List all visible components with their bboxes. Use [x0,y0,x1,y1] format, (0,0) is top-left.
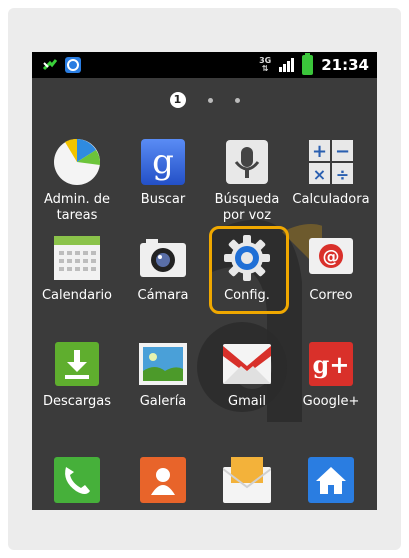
app-gmail[interactable]: Gmail [204,338,290,410]
calc-minus: − [335,141,350,162]
app-label: Correo [309,288,353,303]
svg-text:@: @ [323,247,340,267]
app-google-plus[interactable]: g+ Google+ [288,338,374,410]
app-label: Descargas [42,394,111,409]
app-label: Galería [139,394,187,409]
signal-strength-icon [279,58,295,72]
google-search-icon: g [137,136,189,188]
google-plus-icon: g+ [305,338,357,390]
app-label: Google+ [302,394,360,409]
battery-icon [302,53,314,75]
phone-icon [51,454,103,506]
status-bar: 3G ⇅ 21:34 [32,52,377,78]
contacts-icon [137,454,189,506]
network-type-indicator: 3G ⇅ [259,56,272,73]
app-search[interactable]: g Buscar [120,136,206,208]
microphone-icon [221,136,273,188]
usb-debug-icon [42,59,58,71]
app-label: Calendario [41,288,113,303]
email-icon: @ [305,232,357,284]
app-downloads[interactable]: Descargas [34,338,120,410]
app-label: Gmail [228,394,266,409]
app-phone[interactable] [34,454,120,510]
app-camera[interactable]: Cámara [120,232,206,304]
app-calendar[interactable]: Calendario [34,232,120,304]
status-time: 21:34 [321,56,369,74]
app-label: Admin. de tareas [44,192,110,223]
app-task-manager[interactable]: Admin. de tareas [34,136,120,224]
app-gallery[interactable]: Galería [120,338,206,410]
page-dot[interactable] [234,97,240,103]
app-home[interactable] [288,454,374,510]
download-icon [51,338,103,390]
google-plus-text: g+ [313,350,350,379]
home-icon [305,454,357,506]
app-messaging[interactable] [204,454,290,510]
page-dot[interactable] [207,97,213,103]
calc-divide: ÷ [336,165,349,184]
gmail-icon [221,338,273,390]
calc-times: × [313,165,326,184]
app-voice-search[interactable]: Búsqueda por voz [204,136,290,224]
app-label: Cámara [137,288,189,303]
gallery-icon [137,338,189,390]
camera-icon [137,232,189,284]
app-label: Calculadora [292,192,370,207]
app-label: Búsqueda por voz [214,192,280,223]
notification-app-icon [65,57,81,73]
app-calculator[interactable]: + − × ÷ Calculadora [288,136,374,208]
calendar-icon [51,232,103,284]
home-pager: 1 [32,92,377,108]
phone-screen: 3G ⇅ 21:34 1 Admin. de tareas g Buscar B… [32,52,377,510]
calc-plus: + [312,141,327,162]
current-page-indicator[interactable]: 1 [169,92,186,108]
settings-highlight [209,226,289,314]
app-label: Buscar [140,192,186,207]
calculator-icon: + − × ÷ [305,136,357,188]
app-email[interactable]: @ Correo [288,232,374,304]
google-search-letter: g [152,142,174,182]
pie-chart-icon [51,136,103,188]
messaging-icon [221,454,273,506]
app-contacts[interactable] [120,454,206,510]
